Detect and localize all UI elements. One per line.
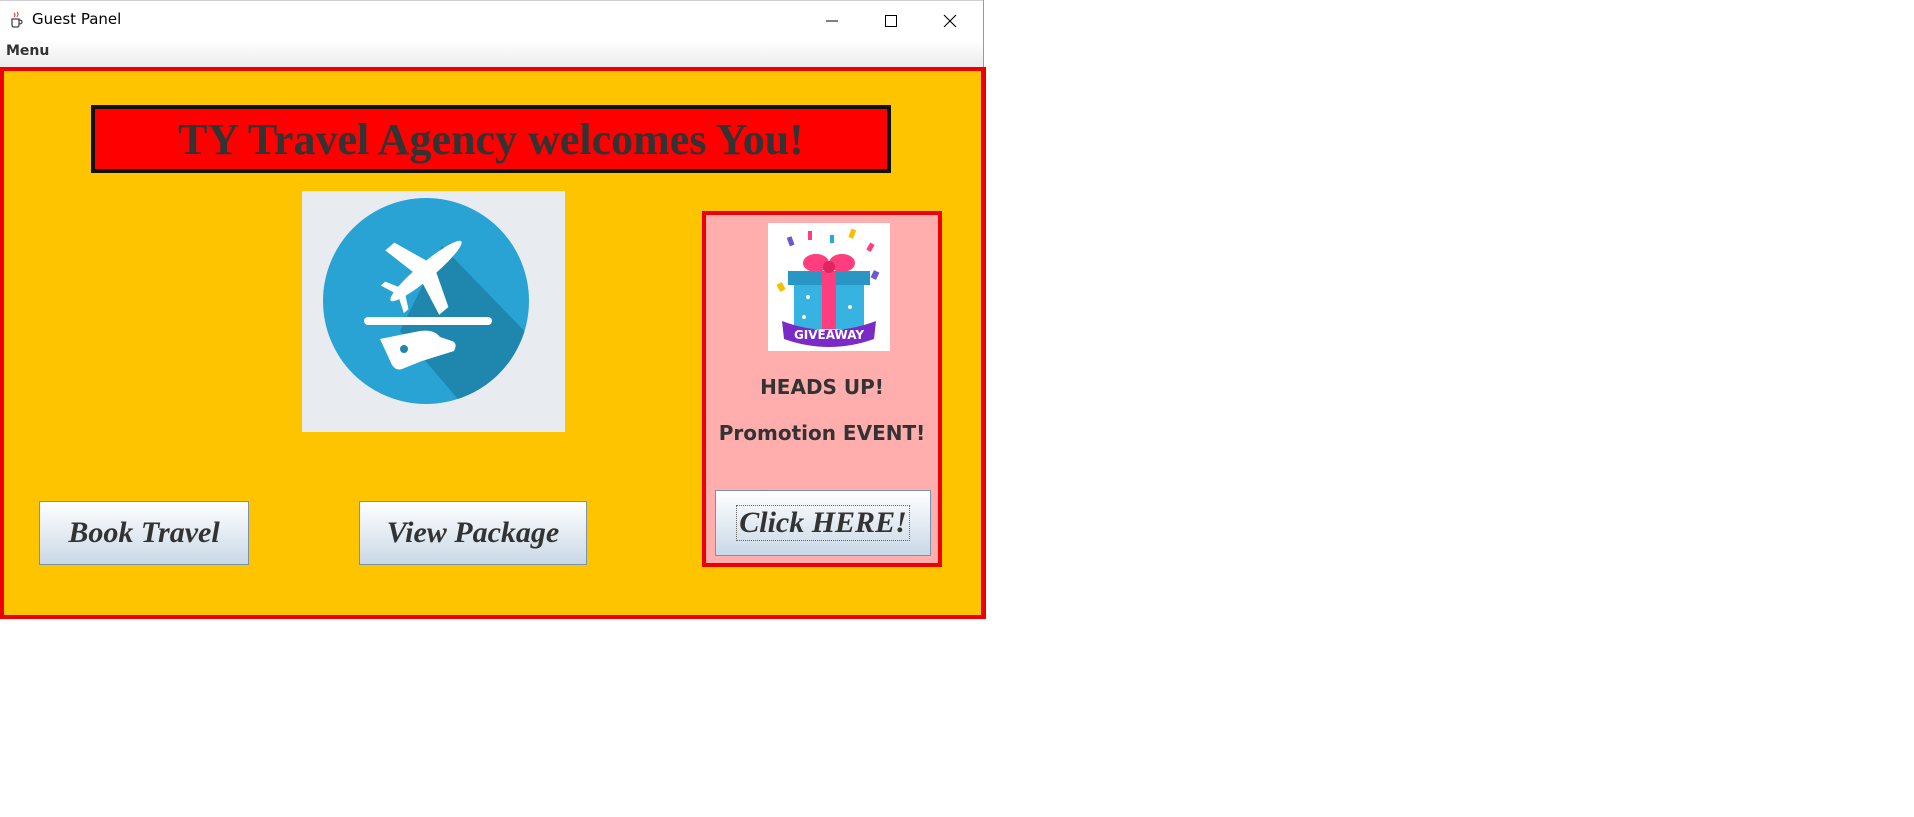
plane-on-hand-icon [323, 198, 529, 404]
welcome-text: TY Travel Agency welcomes You! [178, 114, 804, 164]
click-here-button[interactable]: Click HERE! [715, 490, 931, 556]
maximize-icon [885, 15, 897, 27]
minimize-icon [826, 20, 838, 22]
giveaway-gift-image: GIVEAWAY [768, 223, 890, 351]
menu-item-menu[interactable]: Menu [6, 43, 49, 59]
close-button[interactable] [921, 1, 979, 41]
promotion-panel: GIVEAWAY HEADS UP! Promotion EVENT! Clic… [702, 211, 942, 567]
giveaway-gift-icon: GIVEAWAY [776, 228, 880, 347]
view-package-button[interactable]: View Package [359, 501, 587, 565]
window-title: Guest Panel [32, 10, 122, 28]
close-icon [943, 14, 957, 28]
title-bar[interactable]: Guest Panel [0, 0, 983, 41]
book-travel-button[interactable]: Book Travel [39, 501, 249, 565]
promotion-event-text: Promotion EVENT! [718, 421, 926, 445]
minimize-button[interactable] [803, 1, 861, 41]
content-panel: TY Travel Agency welcomes You! Book Trav… [0, 67, 986, 619]
travel-logo [302, 191, 565, 432]
java-cup-icon [11, 11, 23, 28]
guest-panel-window: Guest Panel Menu TY Travel Agency welcom… [0, 0, 986, 619]
click-here-label: Click HERE! [736, 505, 910, 541]
welcome-banner: TY Travel Agency welcomes You! [91, 105, 891, 173]
giveaway-text: GIVEAWAY [794, 328, 864, 342]
heads-up-text: HEADS UP! [760, 375, 884, 399]
menu-bar: Menu [0, 40, 983, 67]
maximize-button[interactable] [862, 1, 920, 41]
